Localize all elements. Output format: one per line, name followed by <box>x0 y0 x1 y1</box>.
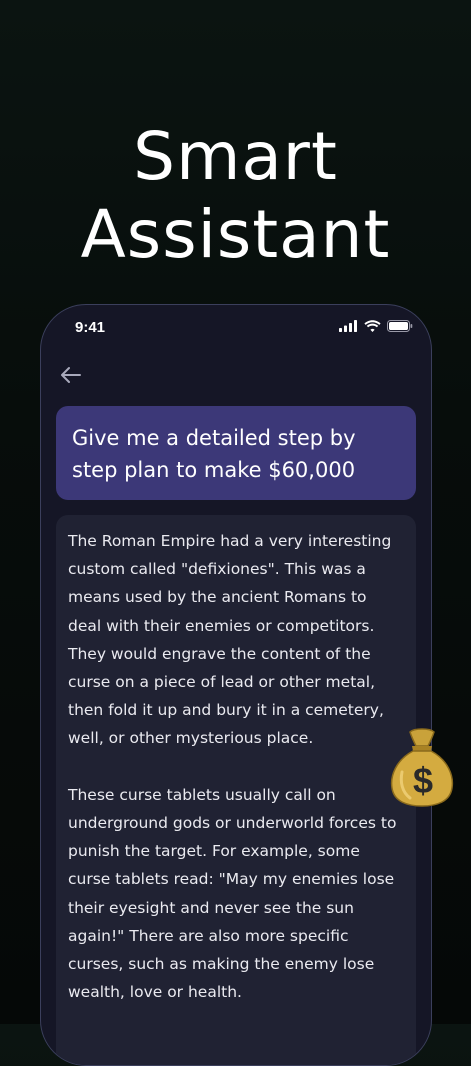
response-paragraph: The Roman Empire had a very interesting … <box>68 532 392 748</box>
wifi-icon <box>364 320 381 332</box>
headline-line-1: Smart <box>133 118 338 196</box>
arrow-left-icon <box>61 367 81 383</box>
status-bar: 9:41 <box>41 305 431 351</box>
assistant-response-card: The Roman Empire had a very interesting … <box>56 515 416 1065</box>
money-bag-symbol: $ <box>413 760 433 801</box>
signal-icon <box>339 320 357 332</box>
battery-icon <box>387 320 413 332</box>
status-time: 9:41 <box>75 319 106 336</box>
response-paragraph: These curse tablets usually call on unde… <box>68 785 397 1002</box>
back-button[interactable] <box>57 363 85 387</box>
user-prompt-bubble: Give me a detailed step by step plan to … <box>56 406 416 500</box>
headline: Smart Assistant <box>0 118 471 274</box>
user-prompt-text: Give me a detailed step by step plan to … <box>72 426 356 482</box>
money-bag-icon: $ <box>390 728 454 807</box>
phone-frame: 9:41 Give me a detailed step by step pla… <box>40 304 432 1066</box>
status-icons <box>339 320 413 332</box>
headline-line-2: Assistant <box>80 196 391 274</box>
